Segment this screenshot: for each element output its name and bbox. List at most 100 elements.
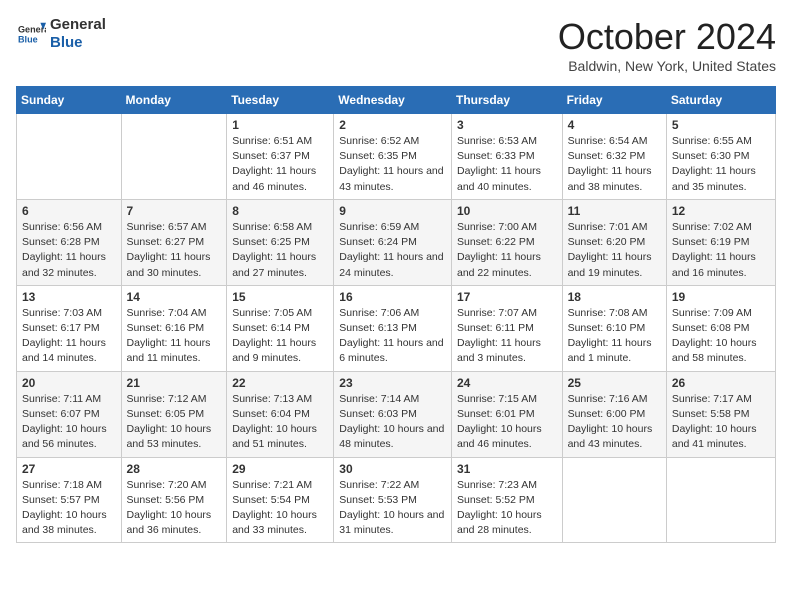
- cell-content: Sunrise: 7:09 AM Sunset: 6:08 PM Dayligh…: [672, 306, 770, 367]
- calendar-cell: 25 Sunrise: 7:16 AM Sunset: 6:00 PM Dayli…: [562, 371, 666, 457]
- header-monday: Monday: [121, 87, 227, 114]
- cell-content: Sunrise: 7:16 AM Sunset: 6:00 PM Dayligh…: [568, 392, 661, 453]
- day-number: 19: [672, 290, 770, 304]
- calendar-cell: 17Sunrise: 7:07 AM Sunset: 6:11 PM Dayli…: [451, 285, 562, 371]
- calendar-cell: 31Sunrise: 7:23 AM Sunset: 5:52 PM Dayli…: [451, 457, 562, 543]
- title-block: October 2024 Baldwin, New York, United S…: [558, 16, 776, 74]
- day-number: 5: [672, 118, 770, 132]
- cell-content: Sunrise: 6:56 AM Sunset: 6:28 PM Dayligh…: [22, 220, 116, 281]
- calendar-cell: 20 Sunrise: 7:11 AM Sunset: 6:07 PM Dayli…: [17, 371, 122, 457]
- calendar-body: 1Sunrise: 6:51 AM Sunset: 6:37 PM Daylig…: [17, 114, 776, 543]
- calendar-cell: 26 Sunrise: 7:17 AM Sunset: 5:58 PM Dayli…: [666, 371, 775, 457]
- day-number: 9: [339, 204, 446, 218]
- calendar-cell: 10 Sunrise: 7:00 AM Sunset: 6:22 PM Dayli…: [451, 199, 562, 285]
- cell-content: Sunrise: 7:04 AM Sunset: 6:16 PM Dayligh…: [127, 306, 222, 367]
- cell-content: Sunrise: 7:15 AM Sunset: 6:01 PM Dayligh…: [457, 392, 557, 453]
- cell-content: Sunrise: 7:08 AM Sunset: 6:10 PM Dayligh…: [568, 306, 661, 367]
- calendar-week-row: 13Sunrise: 7:03 AM Sunset: 6:17 PM Dayli…: [17, 285, 776, 371]
- cell-content: Sunrise: 7:00 AM Sunset: 6:22 PM Dayligh…: [457, 220, 557, 281]
- calendar-cell: 8Sunrise: 6:58 AM Sunset: 6:25 PM Daylig…: [227, 199, 334, 285]
- cell-content: Sunrise: 7:06 AM Sunset: 6:13 PM Dayligh…: [339, 306, 446, 367]
- cell-content: Sunrise: 7:13 AM Sunset: 6:04 PM Dayligh…: [232, 392, 328, 453]
- logo: General Blue General Blue: [16, 16, 106, 52]
- calendar-cell: 7 Sunrise: 6:57 AM Sunset: 6:27 PM Daylig…: [121, 199, 227, 285]
- day-number: 7: [127, 204, 222, 218]
- cell-content: Sunrise: 6:52 AM Sunset: 6:35 PM Dayligh…: [339, 134, 446, 195]
- day-number: 30: [339, 462, 446, 476]
- cell-content: Sunrise: 7:11 AM Sunset: 6:07 PM Dayligh…: [22, 392, 116, 453]
- calendar-week-row: 20 Sunrise: 7:11 AM Sunset: 6:07 PM Dayli…: [17, 371, 776, 457]
- day-number: 17: [457, 290, 557, 304]
- cell-content: Sunrise: 7:14 AM Sunset: 6:03 PM Dayligh…: [339, 392, 446, 453]
- cell-content: Sunrise: 7:01 AM Sunset: 6:20 PM Dayligh…: [568, 220, 661, 281]
- calendar-cell: 28 Sunrise: 7:20 AM Sunset: 5:56 PM Dayli…: [121, 457, 227, 543]
- day-number: 11: [568, 204, 661, 218]
- day-number: 23: [339, 376, 446, 390]
- cell-content: Sunrise: 7:21 AM Sunset: 5:54 PM Dayligh…: [232, 478, 328, 539]
- calendar-cell: 13Sunrise: 7:03 AM Sunset: 6:17 PM Dayli…: [17, 285, 122, 371]
- calendar-week-row: 6 Sunrise: 6:56 AM Sunset: 6:28 PM Daylig…: [17, 199, 776, 285]
- day-number: 12: [672, 204, 770, 218]
- calendar-cell: 3Sunrise: 6:53 AM Sunset: 6:33 PM Daylig…: [451, 114, 562, 200]
- day-number: 6: [22, 204, 116, 218]
- header-row: SundayMondayTuesdayWednesdayThursdayFrid…: [17, 87, 776, 114]
- cell-content: Sunrise: 7:18 AM Sunset: 5:57 PM Dayligh…: [22, 478, 116, 539]
- day-number: 24: [457, 376, 557, 390]
- calendar-cell: 11 Sunrise: 7:01 AM Sunset: 6:20 PM Dayli…: [562, 199, 666, 285]
- calendar-cell: 30 Sunrise: 7:22 AM Sunset: 5:53 PM Dayli…: [334, 457, 452, 543]
- logo-icon: General Blue: [18, 20, 46, 48]
- day-number: 28: [127, 462, 222, 476]
- cell-content: Sunrise: 6:55 AM Sunset: 6:30 PM Dayligh…: [672, 134, 770, 195]
- cell-content: Sunrise: 7:20 AM Sunset: 5:56 PM Dayligh…: [127, 478, 222, 539]
- page-header: General Blue General Blue October 2024 B…: [16, 16, 776, 74]
- month-title: October 2024: [558, 16, 776, 58]
- cell-content: Sunrise: 7:12 AM Sunset: 6:05 PM Dayligh…: [127, 392, 222, 453]
- calendar-cell: 24 Sunrise: 7:15 AM Sunset: 6:01 PM Dayli…: [451, 371, 562, 457]
- calendar-cell: 9Sunrise: 6:59 AM Sunset: 6:24 PM Daylig…: [334, 199, 452, 285]
- cell-content: Sunrise: 7:22 AM Sunset: 5:53 PM Dayligh…: [339, 478, 446, 539]
- day-number: 22: [232, 376, 328, 390]
- calendar-cell: 5 Sunrise: 6:55 AM Sunset: 6:30 PM Daylig…: [666, 114, 775, 200]
- day-number: 31: [457, 462, 557, 476]
- cell-content: Sunrise: 6:54 AM Sunset: 6:32 PM Dayligh…: [568, 134, 661, 195]
- day-number: 4: [568, 118, 661, 132]
- svg-text:Blue: Blue: [18, 34, 38, 44]
- day-number: 29: [232, 462, 328, 476]
- calendar-cell: 22 Sunrise: 7:13 AM Sunset: 6:04 PM Dayli…: [227, 371, 334, 457]
- day-number: 21: [127, 376, 222, 390]
- day-number: 2: [339, 118, 446, 132]
- cell-content: Sunrise: 7:05 AM Sunset: 6:14 PM Dayligh…: [232, 306, 328, 367]
- day-number: 26: [672, 376, 770, 390]
- cell-content: Sunrise: 6:53 AM Sunset: 6:33 PM Dayligh…: [457, 134, 557, 195]
- calendar-cell: [666, 457, 775, 543]
- calendar-cell: [17, 114, 122, 200]
- header-friday: Friday: [562, 87, 666, 114]
- calendar-header: SundayMondayTuesdayWednesdayThursdayFrid…: [17, 87, 776, 114]
- calendar-cell: 29 Sunrise: 7:21 AM Sunset: 5:54 PM Dayli…: [227, 457, 334, 543]
- header-thursday: Thursday: [451, 87, 562, 114]
- calendar-week-row: 1Sunrise: 6:51 AM Sunset: 6:37 PM Daylig…: [17, 114, 776, 200]
- header-sunday: Sunday: [17, 87, 122, 114]
- calendar-cell: 23 Sunrise: 7:14 AM Sunset: 6:03 PM Dayli…: [334, 371, 452, 457]
- calendar-cell: 15Sunrise: 7:05 AM Sunset: 6:14 PM Dayli…: [227, 285, 334, 371]
- day-number: 27: [22, 462, 116, 476]
- cell-content: Sunrise: 6:58 AM Sunset: 6:25 PM Dayligh…: [232, 220, 328, 281]
- cell-content: Sunrise: 7:03 AM Sunset: 6:17 PM Dayligh…: [22, 306, 116, 367]
- day-number: 20: [22, 376, 116, 390]
- day-number: 16: [339, 290, 446, 304]
- calendar-cell: [121, 114, 227, 200]
- calendar-week-row: 27 Sunrise: 7:18 AM Sunset: 5:57 PM Dayli…: [17, 457, 776, 543]
- day-number: 1: [232, 118, 328, 132]
- day-number: 25: [568, 376, 661, 390]
- cell-content: Sunrise: 7:17 AM Sunset: 5:58 PM Dayligh…: [672, 392, 770, 453]
- calendar-table: SundayMondayTuesdayWednesdayThursdayFrid…: [16, 86, 776, 543]
- calendar-cell: 6 Sunrise: 6:56 AM Sunset: 6:28 PM Daylig…: [17, 199, 122, 285]
- calendar-cell: 18Sunrise: 7:08 AM Sunset: 6:10 PM Dayli…: [562, 285, 666, 371]
- day-number: 10: [457, 204, 557, 218]
- header-wednesday: Wednesday: [334, 87, 452, 114]
- calendar-cell: 12 Sunrise: 7:02 AM Sunset: 6:19 PM Dayli…: [666, 199, 775, 285]
- cell-content: Sunrise: 7:02 AM Sunset: 6:19 PM Dayligh…: [672, 220, 770, 281]
- day-number: 14: [127, 290, 222, 304]
- cell-content: Sunrise: 6:57 AM Sunset: 6:27 PM Dayligh…: [127, 220, 222, 281]
- logo-blue-text: Blue: [50, 34, 106, 52]
